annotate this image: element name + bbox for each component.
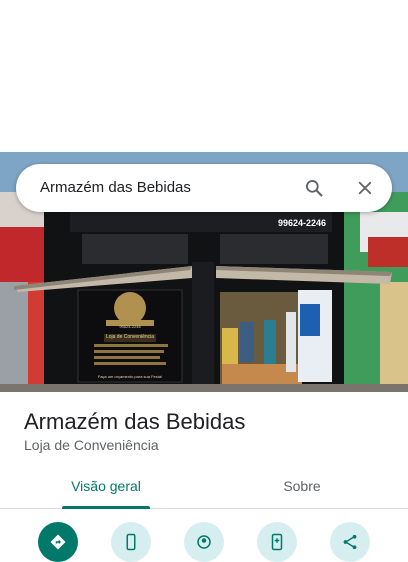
search-query-text[interactable]: Armazém das Bebidas <box>40 164 191 212</box>
place-category[interactable]: Loja de Conveniência <box>24 437 159 453</box>
share-icon <box>343 534 357 550</box>
tab-about[interactable]: Sobre <box>266 468 338 508</box>
nearby-button[interactable] <box>184 522 224 562</box>
storefront-sign-slogan: Faça um orçamento para sua Festa! <box>98 374 162 379</box>
action-buttons <box>0 522 408 562</box>
storefront-sign-heading: Loja de Conveniência <box>106 334 154 340</box>
place-name: Armazém das Bebidas <box>24 409 246 434</box>
search-bar[interactable]: Armazém das Bebidas <box>16 164 392 212</box>
close-icon[interactable] <box>353 176 377 200</box>
directions-icon <box>50 534 66 550</box>
phone-icon <box>126 533 136 551</box>
search-icon[interactable] <box>302 176 326 200</box>
send-to-phone-button[interactable] <box>257 522 297 562</box>
save-to-phone-icon <box>271 533 283 551</box>
share-button[interactable] <box>330 522 370 562</box>
active-tab-indicator <box>62 506 150 509</box>
directions-button[interactable] <box>38 522 78 562</box>
nearby-icon <box>197 535 211 549</box>
tab-overview-label: Visão geral <box>71 478 141 494</box>
tab-overview[interactable]: Visão geral <box>62 468 150 509</box>
place-tabs: Visão geral Sobre <box>0 468 408 509</box>
call-button[interactable] <box>111 522 151 562</box>
storefront-sign-phone: 99624-2246 <box>119 324 141 329</box>
tab-about-label: Sobre <box>283 478 321 494</box>
storefront-phone-top: 99624-2246 <box>278 218 326 228</box>
